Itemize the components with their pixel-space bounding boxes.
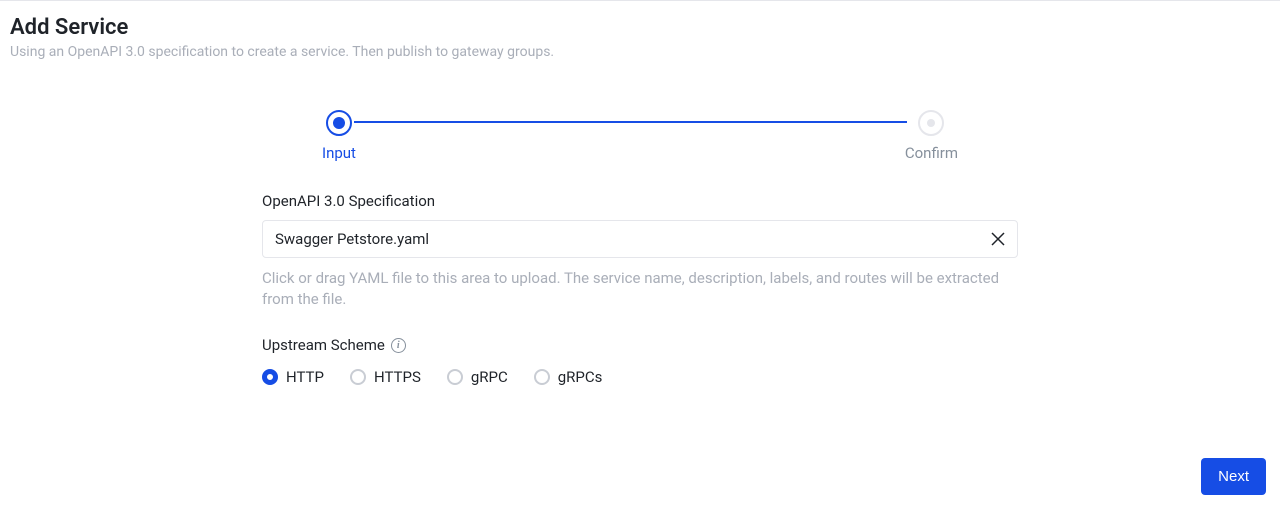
close-icon [991,232,1005,246]
clear-file-button[interactable] [991,232,1005,246]
step-confirm[interactable]: Confirm [905,110,958,162]
radio-unselected-icon [350,369,366,385]
page-title: Add Service [10,15,1270,40]
step-circle-active-icon [326,110,352,136]
file-name: Swagger Petstore.yaml [275,230,429,248]
radio-http[interactable]: HTTP [262,368,324,386]
spec-label: OpenAPI 3.0 Specification [262,192,1018,210]
stepper: Input Confirm [262,110,1018,162]
radio-label: gRPC [471,368,508,386]
radio-unselected-icon [534,369,550,385]
upstream-scheme-radio-group: HTTP HTTPS gRPC gRPCs [262,368,1018,386]
step-connector [354,121,907,123]
step-label: Input [322,144,356,162]
page-subtitle: Using an OpenAPI 3.0 specification to cr… [10,44,1270,60]
step-circle-inactive-icon [918,110,944,136]
radio-label: HTTP [286,368,324,386]
upstream-scheme-label: Upstream Scheme i [262,336,1018,354]
radio-label: HTTPS [374,368,421,386]
step-label: Confirm [905,144,958,162]
radio-selected-icon [262,369,278,385]
radio-grpc[interactable]: gRPC [447,368,508,386]
radio-https[interactable]: HTTPS [350,368,421,386]
next-button[interactable]: Next [1201,458,1266,495]
file-upload-input[interactable]: Swagger Petstore.yaml [262,220,1018,258]
step-input[interactable]: Input [322,110,356,162]
radio-label: gRPCs [558,368,603,386]
info-icon[interactable]: i [391,338,406,353]
radio-grpcs[interactable]: gRPCs [534,368,603,386]
radio-unselected-icon [447,369,463,385]
file-help-text: Click or drag YAML file to this area to … [262,268,1018,310]
